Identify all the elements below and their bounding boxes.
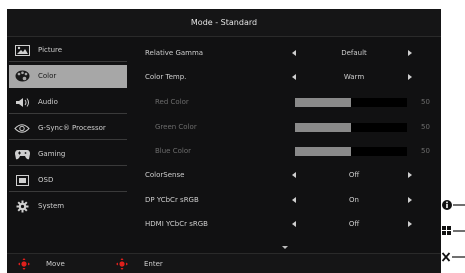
gsync-icon <box>14 122 30 134</box>
side-key-hints <box>441 184 465 273</box>
setting-value: Default <box>341 49 367 57</box>
gamepad-icon <box>14 148 30 160</box>
relative-gamma-row[interactable]: Relative Gamma Default <box>145 44 441 62</box>
green-color-row: Green Color 50 <box>145 118 441 136</box>
left-arrow-icon[interactable] <box>292 172 296 178</box>
slider-fill <box>295 97 351 107</box>
picture-icon <box>14 44 30 56</box>
sidebar-item-gaming[interactable]: Gaming <box>9 143 127 166</box>
info-icon <box>442 200 465 210</box>
left-arrow-icon[interactable] <box>292 50 296 56</box>
colorsense-row[interactable]: ColorSense Off <box>145 166 441 184</box>
left-arrow-icon[interactable] <box>292 221 296 227</box>
speaker-icon <box>14 96 30 108</box>
sidebar-item-label: OSD <box>38 176 54 184</box>
sidebar: Picture Color Audio G-Sync® Processor Ga… <box>7 37 129 247</box>
left-arrow-icon[interactable] <box>292 197 296 203</box>
slider-value: 50 <box>421 98 430 106</box>
info-key[interactable] <box>441 192 465 218</box>
setting-label: DP YCbCr sRGB <box>145 196 199 204</box>
setting-value: Off <box>348 171 360 179</box>
sidebar-item-color[interactable]: Color <box>9 65 127 88</box>
slider-value: 50 <box>421 123 430 131</box>
sidebar-item-label: Picture <box>38 46 63 54</box>
menu-key[interactable] <box>441 218 465 244</box>
enter-label: Enter <box>144 260 163 268</box>
sidebar-item-label: Color <box>38 72 57 80</box>
setting-value: On <box>349 196 359 204</box>
right-arrow-icon[interactable] <box>408 221 412 227</box>
slider-fill <box>295 146 351 156</box>
scroll-down-icon[interactable] <box>282 246 288 249</box>
setting-value: Off <box>348 220 360 228</box>
sidebar-item-audio[interactable]: Audio <box>9 91 127 114</box>
hdmi-ycbcr-row[interactable]: HDMI YCbCr sRGB Off <box>145 215 441 233</box>
footer-bar: Move Enter <box>7 253 441 273</box>
monitor-osd-menu: Mode - Standard Picture Color Audio G-Sy… <box>7 9 441 273</box>
right-arrow-icon[interactable] <box>408 50 412 56</box>
setting-label: Red Color <box>155 98 189 106</box>
slider-fill <box>295 122 351 132</box>
sidebar-item-system[interactable]: System <box>9 195 127 217</box>
sidebar-item-label: System <box>38 202 65 210</box>
color-temp-row[interactable]: Color Temp. Warm <box>145 68 441 86</box>
close-key[interactable] <box>441 244 465 270</box>
sidebar-item-osd[interactable]: OSD <box>9 169 127 192</box>
right-arrow-icon[interactable] <box>408 172 412 178</box>
sidebar-item-label: Audio <box>38 98 58 106</box>
red-color-slider <box>295 97 407 107</box>
sidebar-item-gsync[interactable]: G-Sync® Processor <box>9 117 127 140</box>
left-arrow-icon[interactable] <box>292 74 296 80</box>
setting-label: Green Color <box>155 123 197 131</box>
enter-joystick-icon <box>116 258 128 270</box>
menu-title-text: Mode - Standard <box>190 18 258 27</box>
palette-icon <box>14 70 30 82</box>
green-color-slider <box>295 122 407 132</box>
menu-title: Mode - Standard <box>7 9 441 37</box>
close-icon <box>441 252 465 262</box>
grid-icon <box>442 226 465 235</box>
osd-icon <box>14 174 30 186</box>
sidebar-item-picture[interactable]: Picture <box>9 39 127 62</box>
slider-value: 50 <box>421 147 430 155</box>
setting-label: HDMI YCbCr sRGB <box>145 220 208 228</box>
sidebar-item-label: Gaming <box>38 150 66 158</box>
blue-color-row: Blue Color 50 <box>145 142 441 160</box>
setting-label: ColorSense <box>145 171 185 179</box>
red-color-row: Red Color 50 <box>145 93 441 111</box>
move-joystick-icon <box>18 258 30 270</box>
setting-label: Relative Gamma <box>145 49 204 57</box>
right-arrow-icon[interactable] <box>408 197 412 203</box>
setting-label: Color Temp. <box>145 73 187 81</box>
dp-ycbcr-row[interactable]: DP YCbCr sRGB On <box>145 191 441 209</box>
blue-color-slider <box>295 146 407 156</box>
setting-value: Warm <box>343 73 365 81</box>
gear-icon <box>14 200 30 212</box>
sidebar-item-label: G-Sync® Processor <box>38 124 106 132</box>
right-arrow-icon[interactable] <box>408 74 412 80</box>
setting-label: Blue Color <box>155 147 191 155</box>
move-label: Move <box>46 260 65 268</box>
